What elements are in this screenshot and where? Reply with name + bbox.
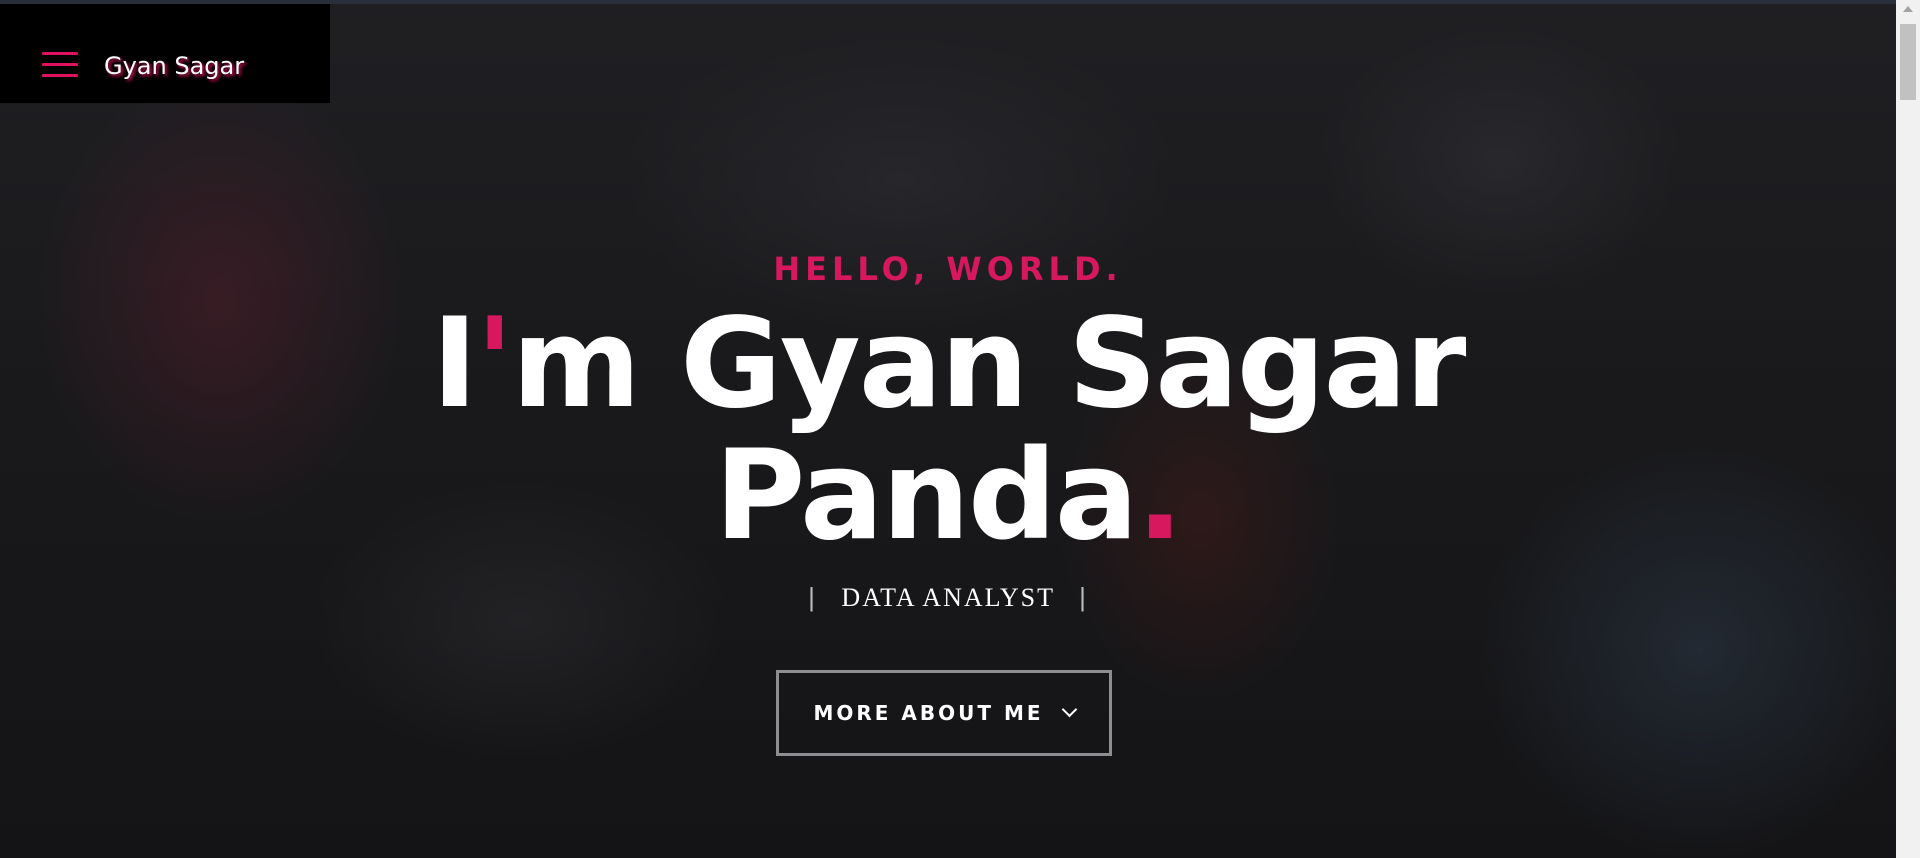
site-title[interactable]: Gyan Sagar xyxy=(104,52,244,80)
headline-apostrophe: ' xyxy=(475,292,514,436)
role-text: DATA ANALYST xyxy=(841,583,1055,612)
headline-line1: m Gyan Sagar xyxy=(511,292,1467,436)
scrollbar-thumb[interactable] xyxy=(1900,24,1916,100)
headline-dot: . xyxy=(1136,424,1183,568)
page: Gyan Sagar HELLO, WORLD. I'm Gyan Sagar … xyxy=(0,0,1920,858)
hero-kicker: HELLO, WORLD. xyxy=(773,250,1123,288)
scroll-up-arrow-icon[interactable] xyxy=(1903,6,1913,12)
role-divider-right: | xyxy=(1079,582,1088,612)
hero-headline: I'm Gyan Sagar Panda. xyxy=(0,298,1896,562)
vertical-scrollbar[interactable] xyxy=(1896,0,1920,858)
headline-line2: Panda xyxy=(714,424,1138,568)
header-logo-bar: Gyan Sagar xyxy=(0,4,330,103)
role-divider-left: | xyxy=(808,582,817,612)
hero-role: | DATA ANALYST | xyxy=(0,582,1896,613)
hamburger-menu-icon[interactable] xyxy=(42,50,78,80)
hero-section: HELLO, WORLD. I'm Gyan Sagar Panda. | DA… xyxy=(0,0,1896,858)
chevron-down-icon xyxy=(1061,701,1077,717)
headline-prefix: I xyxy=(431,292,478,436)
more-about-me-button[interactable]: MORE ABOUT ME xyxy=(776,670,1112,756)
window-top-border xyxy=(0,0,1896,4)
more-about-me-label: MORE ABOUT ME xyxy=(813,701,1044,725)
